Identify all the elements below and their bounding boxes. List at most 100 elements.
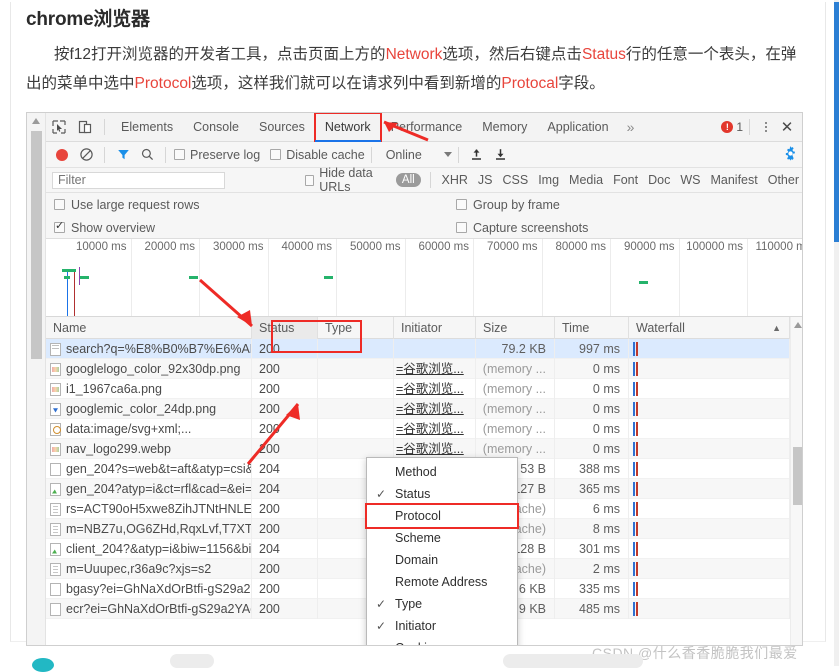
capture-screenshots-checkbox[interactable]: Capture screenshots <box>456 216 588 239</box>
filter-type-doc[interactable]: Doc <box>643 173 675 187</box>
clear-icon[interactable] <box>74 142 98 168</box>
filter-type-js[interactable]: JS <box>473 173 498 187</box>
table-row[interactable]: search?q=%E8%B0%B7%E6%AD%8C%...200 79.2 K… <box>46 339 802 359</box>
column-header-label: Type <box>325 321 353 335</box>
controls-divider-2 <box>165 146 166 163</box>
column-header-time[interactable]: Time <box>555 317 629 339</box>
para-segments: 按f12打开浏览器的开发者工具，点击页面上方的Network选项，然后右键点击S… <box>26 46 796 92</box>
show-overview-checkbox[interactable]: Show overview <box>54 216 155 239</box>
search-input[interactable] <box>52 171 225 189</box>
filter-type-img[interactable]: Img <box>533 173 564 187</box>
tab-sources[interactable]: Sources <box>249 113 315 142</box>
column-header-type[interactable]: Type <box>318 317 394 339</box>
preserve-log-checkbox[interactable]: Preserve log <box>174 148 260 162</box>
request-name: m=Uuupec,r36a9c?xjs=s2 <box>66 562 212 576</box>
table-row[interactable]: nav_logo299.webp 200 =谷歌浏览... (memory ... 0 … <box>46 439 802 459</box>
request-name: bgasy?ei=GhNaXdOrBtfi-gS29a2YAg&y... <box>66 582 251 596</box>
cell-status: 200 <box>252 359 318 379</box>
table-row[interactable]: data:image/svg+xml;... 200 =谷歌浏览... (memory… <box>46 419 802 439</box>
filter-funnel-icon[interactable] <box>111 142 135 168</box>
tab-application[interactable]: Application <box>537 113 618 142</box>
cell-status: 204 <box>252 459 318 479</box>
context-menu-item-method[interactable]: Method <box>367 461 517 483</box>
filter-type-media[interactable]: Media <box>564 173 608 187</box>
more-tabs-icon[interactable]: » <box>619 119 643 135</box>
filter-type-all[interactable]: All <box>395 173 421 187</box>
chevron-down-icon[interactable] <box>443 152 452 157</box>
left-scrollbar-thumb[interactable] <box>31 131 42 359</box>
export-har-icon[interactable] <box>489 142 513 168</box>
column-header-status[interactable]: Status <box>252 317 318 339</box>
waterfall-bar <box>633 382 635 396</box>
tab-elements[interactable]: Elements <box>111 113 183 142</box>
filter-type-xhr[interactable]: XHR <box>437 173 473 187</box>
column-header-size[interactable]: Size <box>476 317 555 339</box>
cell-type <box>318 339 394 359</box>
group-by-frame-checkbox[interactable]: Group by frame <box>456 193 560 216</box>
controls-divider-4 <box>457 146 459 163</box>
tab-console[interactable]: Console <box>183 113 249 142</box>
inspect-element-icon[interactable] <box>46 113 72 142</box>
tab-network[interactable]: Network <box>313 113 382 143</box>
error-badge[interactable]: ! 1 <box>721 120 743 134</box>
throttle-select[interactable]: Online <box>386 148 422 162</box>
device-toolbar-icon[interactable] <box>72 113 98 142</box>
table-row[interactable]: googlelogo_color_92x30dp.png 200 =谷歌浏览... (… <box>46 359 802 379</box>
devtools-left-scroll-strip[interactable] <box>27 113 46 645</box>
network-overview-timeline[interactable]: 10000 ms 20000 ms 30000 ms 40000 ms 50000 ms… <box>46 239 802 317</box>
waterfall-bar <box>633 482 635 496</box>
context-menu-item-protocol[interactable]: Protocol <box>365 503 519 529</box>
filter-type-manifest[interactable]: Manifest <box>705 173 762 187</box>
page-left-margin <box>0 0 4 666</box>
table-row[interactable]: googlemic_color_24dp.png 200 =谷歌浏览... (memo… <box>46 399 802 419</box>
column-header-waterfall[interactable]: Waterfall ▲ <box>629 317 790 339</box>
close-icon[interactable]: ✕ <box>776 116 798 138</box>
scroll-up-arrow-icon[interactable] <box>794 322 802 328</box>
waterfall-bar <box>633 402 635 416</box>
import-har-icon[interactable] <box>465 142 489 168</box>
page-scrollbar[interactable] <box>834 0 839 666</box>
context-menu-item-type[interactable]: ✓ Type <box>367 593 517 615</box>
column-header-name[interactable]: Name <box>46 317 252 339</box>
page-scrollbar-thumb[interactable] <box>834 2 839 242</box>
context-menu-item-cookies[interactable]: Cookies <box>367 637 517 645</box>
waterfall-bar <box>636 362 638 376</box>
filter-type-other[interactable]: Other <box>763 173 802 187</box>
cell-initiator: =谷歌浏览... <box>394 439 476 459</box>
initiator-link[interactable]: =谷歌浏览... <box>396 382 464 396</box>
gear-icon[interactable] <box>783 145 798 164</box>
context-menu-item-remote-address[interactable]: Remote Address <box>367 571 517 593</box>
column-header-initiator[interactable]: Initiator <box>394 317 476 339</box>
context-menu-item-initiator[interactable]: ✓ Initiator <box>367 615 517 637</box>
table-scrollbar[interactable] <box>790 317 802 645</box>
initiator-link[interactable]: =谷歌浏览... <box>396 402 464 416</box>
context-menu-item-domain[interactable]: Domain <box>367 549 517 571</box>
more-options-icon[interactable] <box>756 117 776 137</box>
search-icon[interactable] <box>135 142 159 168</box>
use-large-request-rows-checkbox[interactable]: Use large request rows <box>54 193 200 216</box>
column-context-menu[interactable]: Method ✓ Status Protocol Scheme Domain Remote … <box>365 457 519 645</box>
table-scrollbar-thumb[interactable] <box>793 447 802 505</box>
tab-memory[interactable]: Memory <box>472 113 537 142</box>
keyword-highlight: Network <box>385 46 443 63</box>
paragraph-text: 字段。 <box>558 75 605 92</box>
disable-cache-checkbox[interactable]: Disable cache <box>270 148 365 162</box>
filter-type-font[interactable]: Font <box>608 173 643 187</box>
scroll-up-arrow-icon[interactable] <box>32 118 40 124</box>
table-row[interactable]: i1_1967ca6a.png 200 =谷歌浏览... (memory ... 0 m… <box>46 379 802 399</box>
context-menu-item-scheme[interactable]: Scheme <box>367 527 517 549</box>
filter-type-ws[interactable]: WS <box>675 173 705 187</box>
initiator-link[interactable]: =谷歌浏览... <box>396 362 464 376</box>
column-header-label: Status <box>259 321 295 335</box>
initiator-link[interactable]: =谷歌浏览... <box>396 442 464 456</box>
waterfall-bar <box>636 502 638 516</box>
initiator-link[interactable]: =谷歌浏览... <box>396 422 464 436</box>
cell-initiator: =谷歌浏览... <box>394 359 476 379</box>
record-button[interactable] <box>50 142 74 168</box>
filter-type-css[interactable]: CSS <box>498 173 534 187</box>
cell-status: 200 <box>252 499 318 519</box>
tab-performance[interactable]: Performance <box>381 113 473 142</box>
hide-data-urls-checkbox[interactable]: Hide data URLs <box>305 166 390 194</box>
cell-type <box>318 359 394 379</box>
context-menu-item-status[interactable]: ✓ Status <box>367 483 517 505</box>
